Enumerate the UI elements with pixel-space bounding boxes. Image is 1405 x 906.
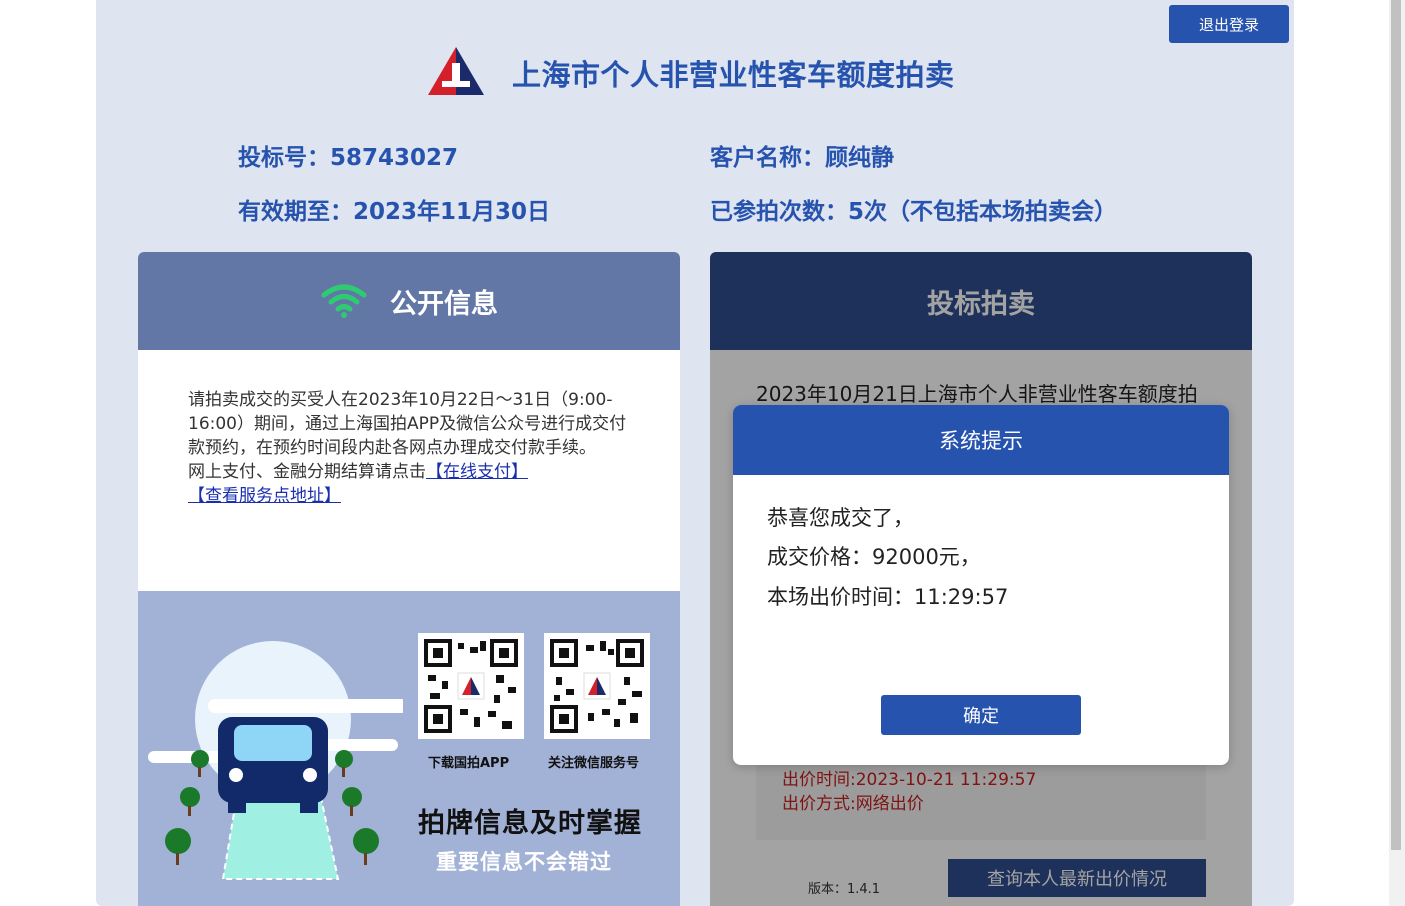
participation-count: 已参拍次数：5次（不包括本场拍卖会） <box>710 192 1117 226</box>
pay-prefix: 网上支付、金融分期结算请点击 <box>188 462 426 482</box>
service-address-link[interactable]: 【查看服务点地址】 <box>188 486 341 506</box>
bid-number: 投标号：58743027 <box>238 138 458 172</box>
dialog-title: 系统提示 <box>733 405 1229 475</box>
valid-until-value: 2023年11月30日 <box>353 199 551 225</box>
notice-text: 请拍卖成交的买受人在2023年10月22日～31日（9:00-16:00）期间，… <box>138 350 680 551</box>
public-info-panel: 公开信息 请拍卖成交的买受人在2023年10月22日～31日（9:00-16:0… <box>138 252 680 906</box>
logout-button[interactable]: 退出登录 <box>1169 5 1289 43</box>
scrollbar-thumb[interactable] <box>1391 0 1401 850</box>
confirm-button[interactable]: 确定 <box>881 695 1081 735</box>
participation-count-label: 已参拍次数： <box>710 199 848 225</box>
wifi-icon <box>321 284 367 318</box>
public-info-title: 公开信息 <box>390 288 498 320</box>
participation-count-value: 5次（不包括本场拍卖会） <box>848 199 1118 225</box>
system-prompt-dialog: 系统提示 恭喜您成交了， 成交价格：92000元， 本场出价时间：11:29:5… <box>733 405 1229 765</box>
qr-code-app <box>418 633 524 739</box>
notice-body: 请拍卖成交的买受人在2023年10月22日～31日（9:00-16:00）期间，… <box>188 390 627 458</box>
customer-name-value: 顾纯静 <box>825 145 894 171</box>
valid-until: 有效期至：2023年11月30日 <box>238 192 550 226</box>
customer-name: 客户名称：顾纯静 <box>710 138 894 172</box>
dialog-message-1: 恭喜您成交了， <box>767 506 914 530</box>
slogan-main: 拍牌信息及时掌握 <box>418 808 642 839</box>
qr-code-app-graphic <box>424 639 518 733</box>
promo-banner: 下载国拍APP 关注微信服务号 拍牌信息及时掌握 重要信息不会错过 <box>138 591 680 906</box>
qr-app-caption: 下载国拍APP <box>428 756 510 771</box>
qr-code-wechat <box>544 633 650 739</box>
bid-number-label: 投标号： <box>238 145 330 171</box>
dialog-message-2: 成交价格：92000元， <box>767 545 981 569</box>
dialog-message-3: 本场出价时间：11:29:57 <box>767 585 1009 609</box>
online-pay-link[interactable]: 【在线支付】 <box>426 462 528 482</box>
qr-wechat-caption: 关注微信服务号 <box>548 756 640 771</box>
customer-name-label: 客户名称： <box>710 145 825 171</box>
slogan-sub: 重要信息不会错过 <box>436 850 612 874</box>
qr-code-wechat-graphic <box>550 639 644 733</box>
bid-number-value: 58743027 <box>330 145 459 171</box>
valid-until-label: 有效期至： <box>238 199 353 225</box>
public-info-header: 公开信息 <box>138 252 680 350</box>
site-logo-icon <box>428 47 484 95</box>
car-illustration <box>148 641 403 880</box>
site-title: 上海市个人非营业性客车额度拍卖 <box>512 58 955 92</box>
